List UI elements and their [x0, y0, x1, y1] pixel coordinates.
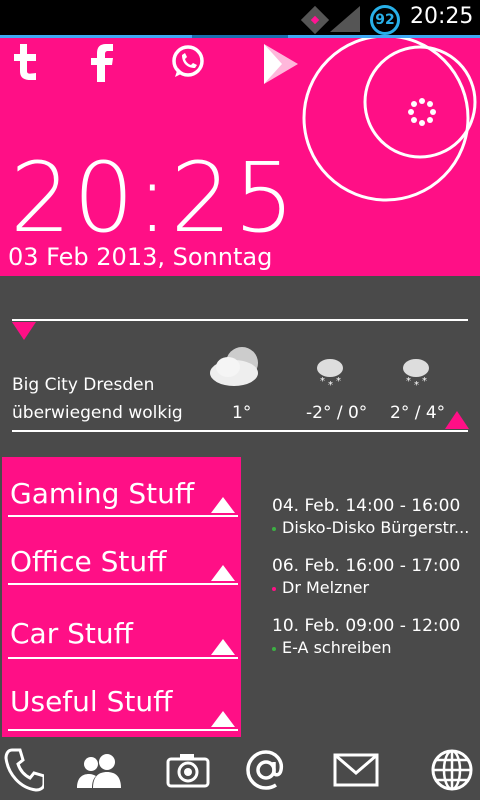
phone-icon[interactable] [0, 746, 48, 794]
whatsapp-icon[interactable] [170, 44, 206, 84]
clock-time: 20:25 [10, 142, 297, 254]
weather-condition: überwiegend wolkig [12, 403, 183, 423]
agenda-title[interactable]: E-A schreiben [272, 638, 472, 657]
menu-item-label: Useful Stuff [10, 685, 173, 718]
clock-date: 03 Feb 2013, Sonntag [8, 243, 273, 271]
weather-collapse-arrow[interactable] [12, 322, 36, 340]
calendar-dot [272, 586, 276, 591]
play-store-icon[interactable] [262, 44, 300, 84]
weather-expand-arrow[interactable] [445, 411, 469, 429]
agenda-date[interactable]: 10. Feb. 09:00 - 12:00 [272, 616, 460, 636]
agenda-title[interactable]: Dr Melzner [272, 578, 472, 597]
camera-icon[interactable] [164, 746, 212, 794]
forecast-temp: 1° [232, 403, 252, 423]
weather-top-rule [12, 319, 468, 321]
weather-bottom-rule [12, 430, 468, 432]
contacts-icon[interactable] [76, 746, 124, 794]
expand-arrow-icon [211, 565, 235, 581]
menu-divider [8, 657, 238, 659]
agenda-date[interactable]: 06. Feb. 16:00 - 17:00 [272, 556, 460, 576]
battery-icon: 92 [370, 5, 400, 35]
calendar-dot [272, 646, 276, 651]
signal-icon [330, 6, 360, 32]
expand-arrow-icon [211, 639, 235, 655]
notification-icon [300, 5, 330, 35]
calendar-dot [272, 526, 276, 531]
expand-arrow-icon [211, 711, 235, 727]
menu-item-label: Car Stuff [10, 617, 133, 650]
agenda-date[interactable]: 04. Feb. 14:00 - 16:00 [272, 496, 460, 516]
tumblr-icon[interactable] [12, 44, 38, 84]
status-time: 20:25 [410, 4, 474, 29]
cloud-sun-icon [210, 347, 258, 386]
svg-text:*: * [422, 376, 427, 387]
menu-divider [8, 583, 238, 585]
dock [0, 740, 480, 800]
status-bar: 92 20:25 [0, 0, 480, 38]
menu-divider [8, 729, 238, 731]
expand-arrow-icon [211, 497, 235, 513]
globe-icon[interactable] [428, 746, 476, 794]
menu-item-office[interactable]: Office Stuff [2, 543, 241, 613]
forecast-temp: 2° / 4° [390, 403, 446, 423]
svg-text:*: * [320, 376, 325, 387]
svg-text:*: * [414, 380, 419, 391]
agenda-title-text: E-A schreiben [282, 638, 392, 657]
weather-location: Big City Dresden [12, 375, 155, 395]
forecast-temp: -2° / 0° [306, 403, 368, 423]
facebook-icon[interactable] [90, 44, 114, 84]
at-icon[interactable] [242, 746, 290, 794]
agenda-title-text: Dr Melzner [282, 578, 370, 597]
svg-text:*: * [328, 380, 333, 391]
menu-item-useful[interactable]: Useful Stuff [2, 679, 241, 749]
menu-item-label: Gaming Stuff [10, 477, 195, 510]
menu-item-car[interactable]: Car Stuff [2, 613, 241, 683]
menu-divider [8, 515, 238, 517]
menu-item-label: Office Stuff [10, 545, 167, 578]
snow-cloud-icon: * * * [403, 359, 429, 391]
svg-text:*: * [336, 376, 341, 387]
agenda-title-text: Disko-Disko Bürgerstr... [282, 518, 470, 537]
shortcut-menu: Gaming Stuff Office Stuff Car Stuff Usef… [2, 457, 241, 737]
mail-icon[interactable] [332, 746, 380, 794]
agenda-title[interactable]: Disko-Disko Bürgerstr... [272, 518, 472, 537]
menu-item-gaming[interactable]: Gaming Stuff [2, 473, 241, 543]
snow-cloud-icon: * * * [317, 359, 343, 391]
svg-text:*: * [406, 376, 411, 387]
rings-decoration [302, 38, 477, 202]
